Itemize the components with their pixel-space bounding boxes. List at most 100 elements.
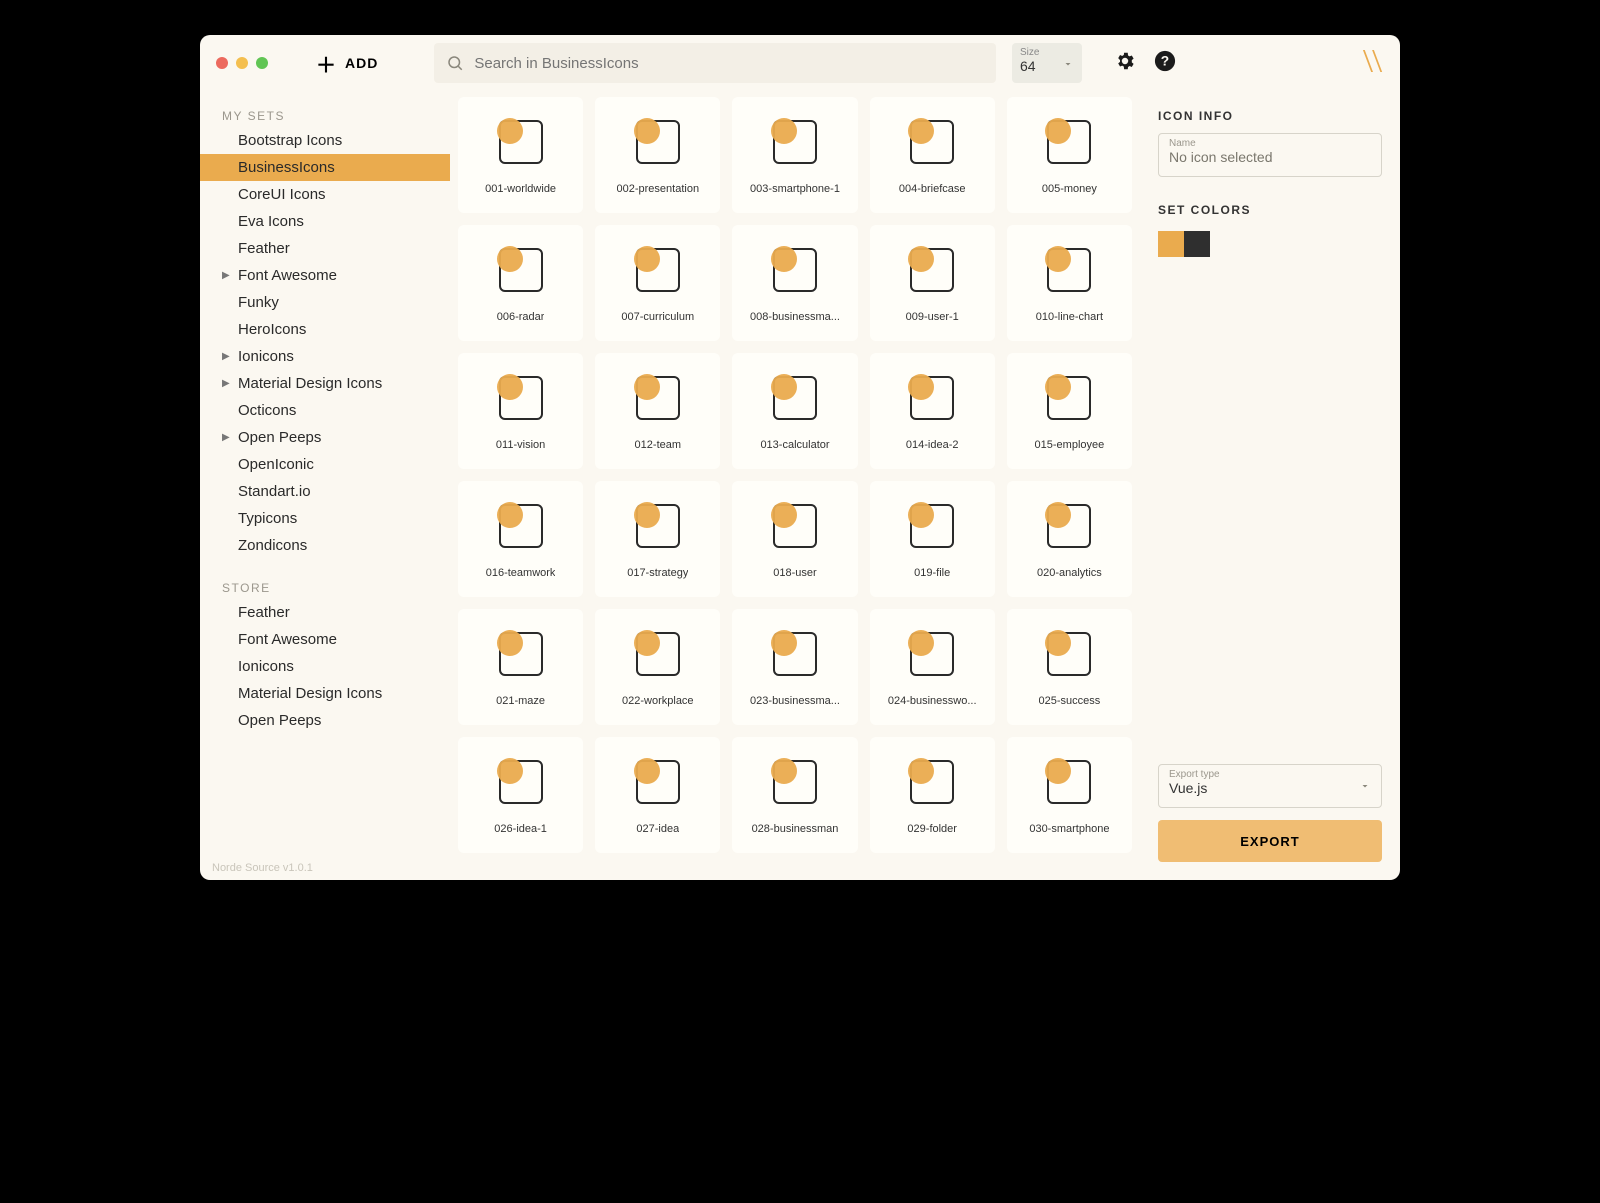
icon-card[interactable]: 013-calculator [732,353,857,469]
icon-name: 018-user [773,567,816,579]
icon-card[interactable]: 023-businessma... [732,609,857,725]
color-swatch[interactable] [1184,231,1210,257]
icon-card[interactable]: 027-idea [595,737,720,853]
icon-thumbnail [897,363,967,433]
icon-thumbnail [623,619,693,689]
icon-name: 022-workplace [622,695,694,707]
size-select[interactable]: Size 64 [1012,43,1082,83]
minimize-window-button[interactable] [236,57,248,69]
icon-name: 025-success [1039,695,1101,707]
export-button[interactable]: EXPORT [1158,820,1382,862]
icon-card[interactable]: 019-file [870,481,995,597]
icon-name: 004-briefcase [899,183,966,195]
sidebar-item-material-design-icons[interactable]: ▶ Material Design Icons [200,370,450,397]
sidebar-item-label: Octicons [238,402,296,419]
icon-card[interactable]: 001-worldwide [458,97,583,213]
sidebar-item-feather[interactable]: Feather [200,235,450,262]
store-item-ionicons[interactable]: Ionicons [200,653,450,680]
search-input[interactable] [474,55,984,72]
icon-card[interactable]: 018-user [732,481,857,597]
export-type-select[interactable]: Export type Vue.js [1158,764,1382,808]
icon-name-label: Name [1169,138,1371,149]
store-item-font-awesome[interactable]: Font Awesome [200,626,450,653]
sidebar-item-bootstrap-icons[interactable]: Bootstrap Icons [200,127,450,154]
sidebar-section-store: STORE [200,573,450,599]
store-item-open-peeps[interactable]: Open Peeps [200,707,450,734]
icon-thumbnail [760,619,830,689]
icon-card[interactable]: 030-smartphone [1007,737,1132,853]
icon-card[interactable]: 002-presentation [595,97,720,213]
close-window-button[interactable] [216,57,228,69]
icon-thumbnail [1034,363,1104,433]
icon-thumbnail [486,235,556,305]
icon-card[interactable]: 011-vision [458,353,583,469]
maximize-window-button[interactable] [256,57,268,69]
sidebar-item-octicons[interactable]: Octicons [200,397,450,424]
icon-card[interactable]: 010-line-chart [1007,225,1132,341]
icon-thumbnail [486,619,556,689]
sidebar-item-heroicons[interactable]: HeroIcons [200,316,450,343]
sidebar-item-zondicons[interactable]: Zondicons [200,532,450,559]
icon-thumbnail [760,107,830,177]
icon-thumbnail [1034,747,1104,817]
icon-name: 024-businesswo... [888,695,977,707]
help-icon: ? [1154,50,1176,72]
chevron-down-icon [1062,57,1074,75]
sidebar-item-coreui-icons[interactable]: CoreUI Icons [200,181,450,208]
sidebar-item-eva-icons[interactable]: Eva Icons [200,208,450,235]
icon-card[interactable]: 009-user-1 [870,225,995,341]
sidebar-item-typicons[interactable]: Typicons [200,505,450,532]
sidebar-item-funky[interactable]: Funky [200,289,450,316]
icon-card[interactable]: 026-idea-1 [458,737,583,853]
icon-card[interactable]: 012-team [595,353,720,469]
sidebar-item-standart-io[interactable]: Standart.io [200,478,450,505]
icon-card[interactable]: 016-teamwork [458,481,583,597]
icon-card[interactable]: 017-strategy [595,481,720,597]
help-button[interactable]: ? [1154,50,1176,77]
icon-name-field[interactable]: Name No icon selected [1158,133,1382,177]
caret-icon: ▶ [222,432,234,443]
sidebar-item-openiconic[interactable]: OpenIconic [200,451,450,478]
icon-card[interactable]: 028-businessman [732,737,857,853]
icon-card[interactable]: 024-businesswo... [870,609,995,725]
settings-button[interactable] [1114,50,1136,77]
icon-name: 011-vision [496,439,545,451]
search-field[interactable] [434,43,996,83]
store-item-feather[interactable]: Feather [200,599,450,626]
icon-card[interactable]: 022-workplace [595,609,720,725]
icon-name: 012-team [635,439,681,451]
icon-card[interactable]: 008-businessma... [732,225,857,341]
icon-card[interactable]: 003-smartphone-1 [732,97,857,213]
sidebar-item-label: Zondicons [238,537,307,554]
sidebar-item-ionicons[interactable]: ▶Ionicons [200,343,450,370]
sidebar-item-label: Standart.io [238,483,311,500]
icon-card[interactable]: 006-radar [458,225,583,341]
icon-thumbnail [486,363,556,433]
icon-card[interactable]: 015-employee [1007,353,1132,469]
sidebar-section-my-sets: MY SETS [200,101,450,127]
icon-card[interactable]: 029-folder [870,737,995,853]
store-item-material-design-icons[interactable]: Material Design Icons [200,680,450,707]
icon-thumbnail [623,107,693,177]
icon-card[interactable]: 020-analytics [1007,481,1132,597]
caret-icon: ▶ [222,378,234,389]
sidebar-item-open-peeps[interactable]: ▶Open Peeps [200,424,450,451]
sidebar-item-label: Funky [238,294,279,311]
color-swatch[interactable] [1158,231,1184,257]
icon-name: 008-businessma... [750,311,840,323]
sidebar-item-label: Open Peeps [238,712,321,729]
icon-card[interactable]: 021-maze [458,609,583,725]
icon-card[interactable]: 007-curriculum [595,225,720,341]
icon-thumbnail [1034,107,1104,177]
icon-card[interactable]: 025-success [1007,609,1132,725]
sidebar-item-label: Material Design Icons [238,375,382,392]
icon-card[interactable]: 004-briefcase [870,97,995,213]
icon-card[interactable]: 014-idea-2 [870,353,995,469]
icon-name: 002-presentation [617,183,700,195]
sidebar-item-label: Font Awesome [238,631,337,648]
sidebar-item-font-awesome[interactable]: ▶Font Awesome [200,262,450,289]
sidebar-item-label: HeroIcons [238,321,306,338]
sidebar-item-businessicons[interactable]: BusinessIcons [200,154,450,181]
icon-card[interactable]: 005-money [1007,97,1132,213]
add-set-button[interactable]: ＋ ADD [316,49,378,78]
